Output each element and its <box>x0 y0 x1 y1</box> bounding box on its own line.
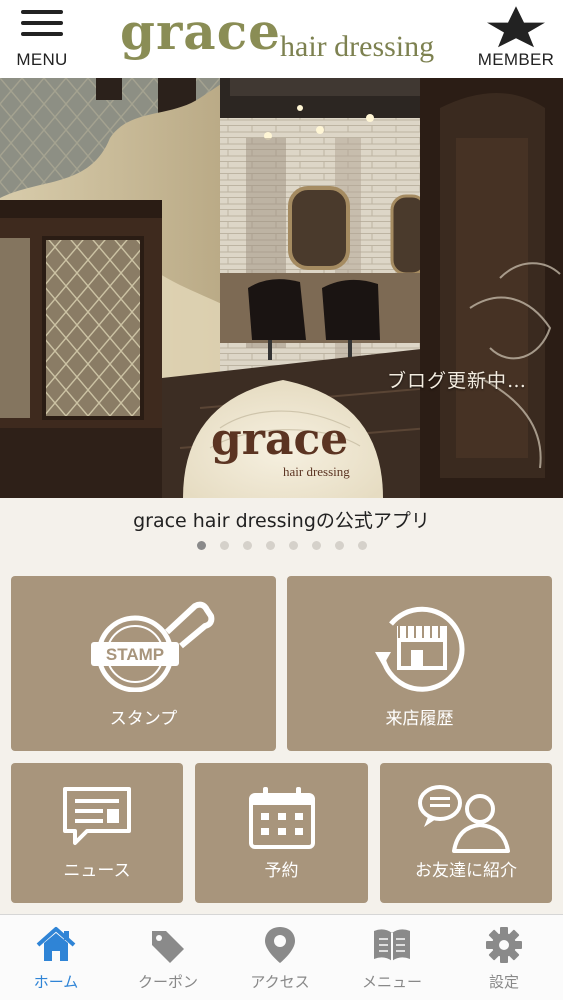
app-header: MENU grace hair dressing MEMBER <box>0 0 563 78</box>
tab-coupon[interactable]: クーポン <box>112 915 224 1000</box>
visit-history-tile[interactable]: 来店履歴 <box>287 576 552 751</box>
carousel-dot[interactable] <box>196 541 206 550</box>
carousel-dot[interactable] <box>311 541 321 550</box>
tab-settings-label: 設定 <box>488 973 519 991</box>
tab-menu[interactable]: メニュー <box>336 915 448 1000</box>
visit-history-tile-label: 来店履歴 <box>385 709 454 729</box>
menu-label: MENU <box>16 50 68 69</box>
stamp-icon: STAMP <box>91 601 215 692</box>
carousel-dot[interactable] <box>334 541 344 550</box>
app-tagline: grace hair dressingの公式アプリ <box>133 510 430 532</box>
hero-badge-word: grace <box>211 414 349 465</box>
friend-refer-icon <box>418 785 510 853</box>
coupon-tag-icon <box>152 931 184 963</box>
stamp-badge-text: STAMP <box>106 645 164 664</box>
logo-subtitle: hair dressing <box>280 30 435 63</box>
gear-icon <box>486 927 522 963</box>
carousel-dot[interactable] <box>219 541 229 550</box>
carousel-dot[interactable] <box>288 541 298 550</box>
menu-button[interactable]: MENU <box>0 6 84 72</box>
shop-history-icon <box>375 606 465 692</box>
hero-badge-logo: grace hair dressing <box>183 378 383 498</box>
book-icon <box>374 929 410 961</box>
reservation-tile[interactable]: 予約 <box>195 763 368 903</box>
hero-banner[interactable]: ブログ更新中… grace hair dressing <box>0 78 563 498</box>
carousel-dot[interactable] <box>357 541 367 550</box>
hero-caption: ブログ更新中… <box>386 370 527 392</box>
refer-friend-tile-label: お友達に紹介 <box>415 861 517 881</box>
reservation-tile-label: 予約 <box>264 861 299 881</box>
carousel-indicator <box>0 541 563 550</box>
stamp-tile-label: スタンプ <box>109 709 178 729</box>
tab-access[interactable]: アクセス <box>224 915 336 1000</box>
tab-home-label: ホーム <box>33 973 79 991</box>
star-icon <box>487 6 545 48</box>
hamburger-icon <box>21 10 63 36</box>
member-button[interactable]: MEMBER <box>469 6 563 72</box>
tab-home[interactable]: ホーム <box>0 915 112 1000</box>
news-icon <box>63 787 131 845</box>
news-tile-label: ニュース <box>63 861 131 881</box>
member-label: MEMBER <box>477 50 555 69</box>
home-icon <box>36 927 76 961</box>
carousel-dot[interactable] <box>265 541 275 550</box>
bottom-tab-bar: ホーム クーポン アクセス メニュー 設定 <box>0 914 563 1000</box>
hero-badge-subtitle: hair dressing <box>283 464 350 479</box>
tab-coupon-label: クーポン <box>137 973 198 991</box>
tab-access-label: アクセス <box>250 973 310 991</box>
logo-word: grace <box>120 2 281 61</box>
map-pin-icon <box>265 927 295 963</box>
news-tile[interactable]: ニュース <box>11 763 183 903</box>
tab-menu-label: メニュー <box>361 973 422 991</box>
calendar-icon <box>249 787 315 849</box>
refer-friend-tile[interactable]: お友達に紹介 <box>380 763 552 903</box>
carousel-dot[interactable] <box>242 541 252 550</box>
tab-settings[interactable]: 設定 <box>448 915 560 1000</box>
brand-logo: grace hair dressing <box>120 2 450 68</box>
stamp-tile[interactable]: STAMP スタンプ <box>11 576 276 751</box>
